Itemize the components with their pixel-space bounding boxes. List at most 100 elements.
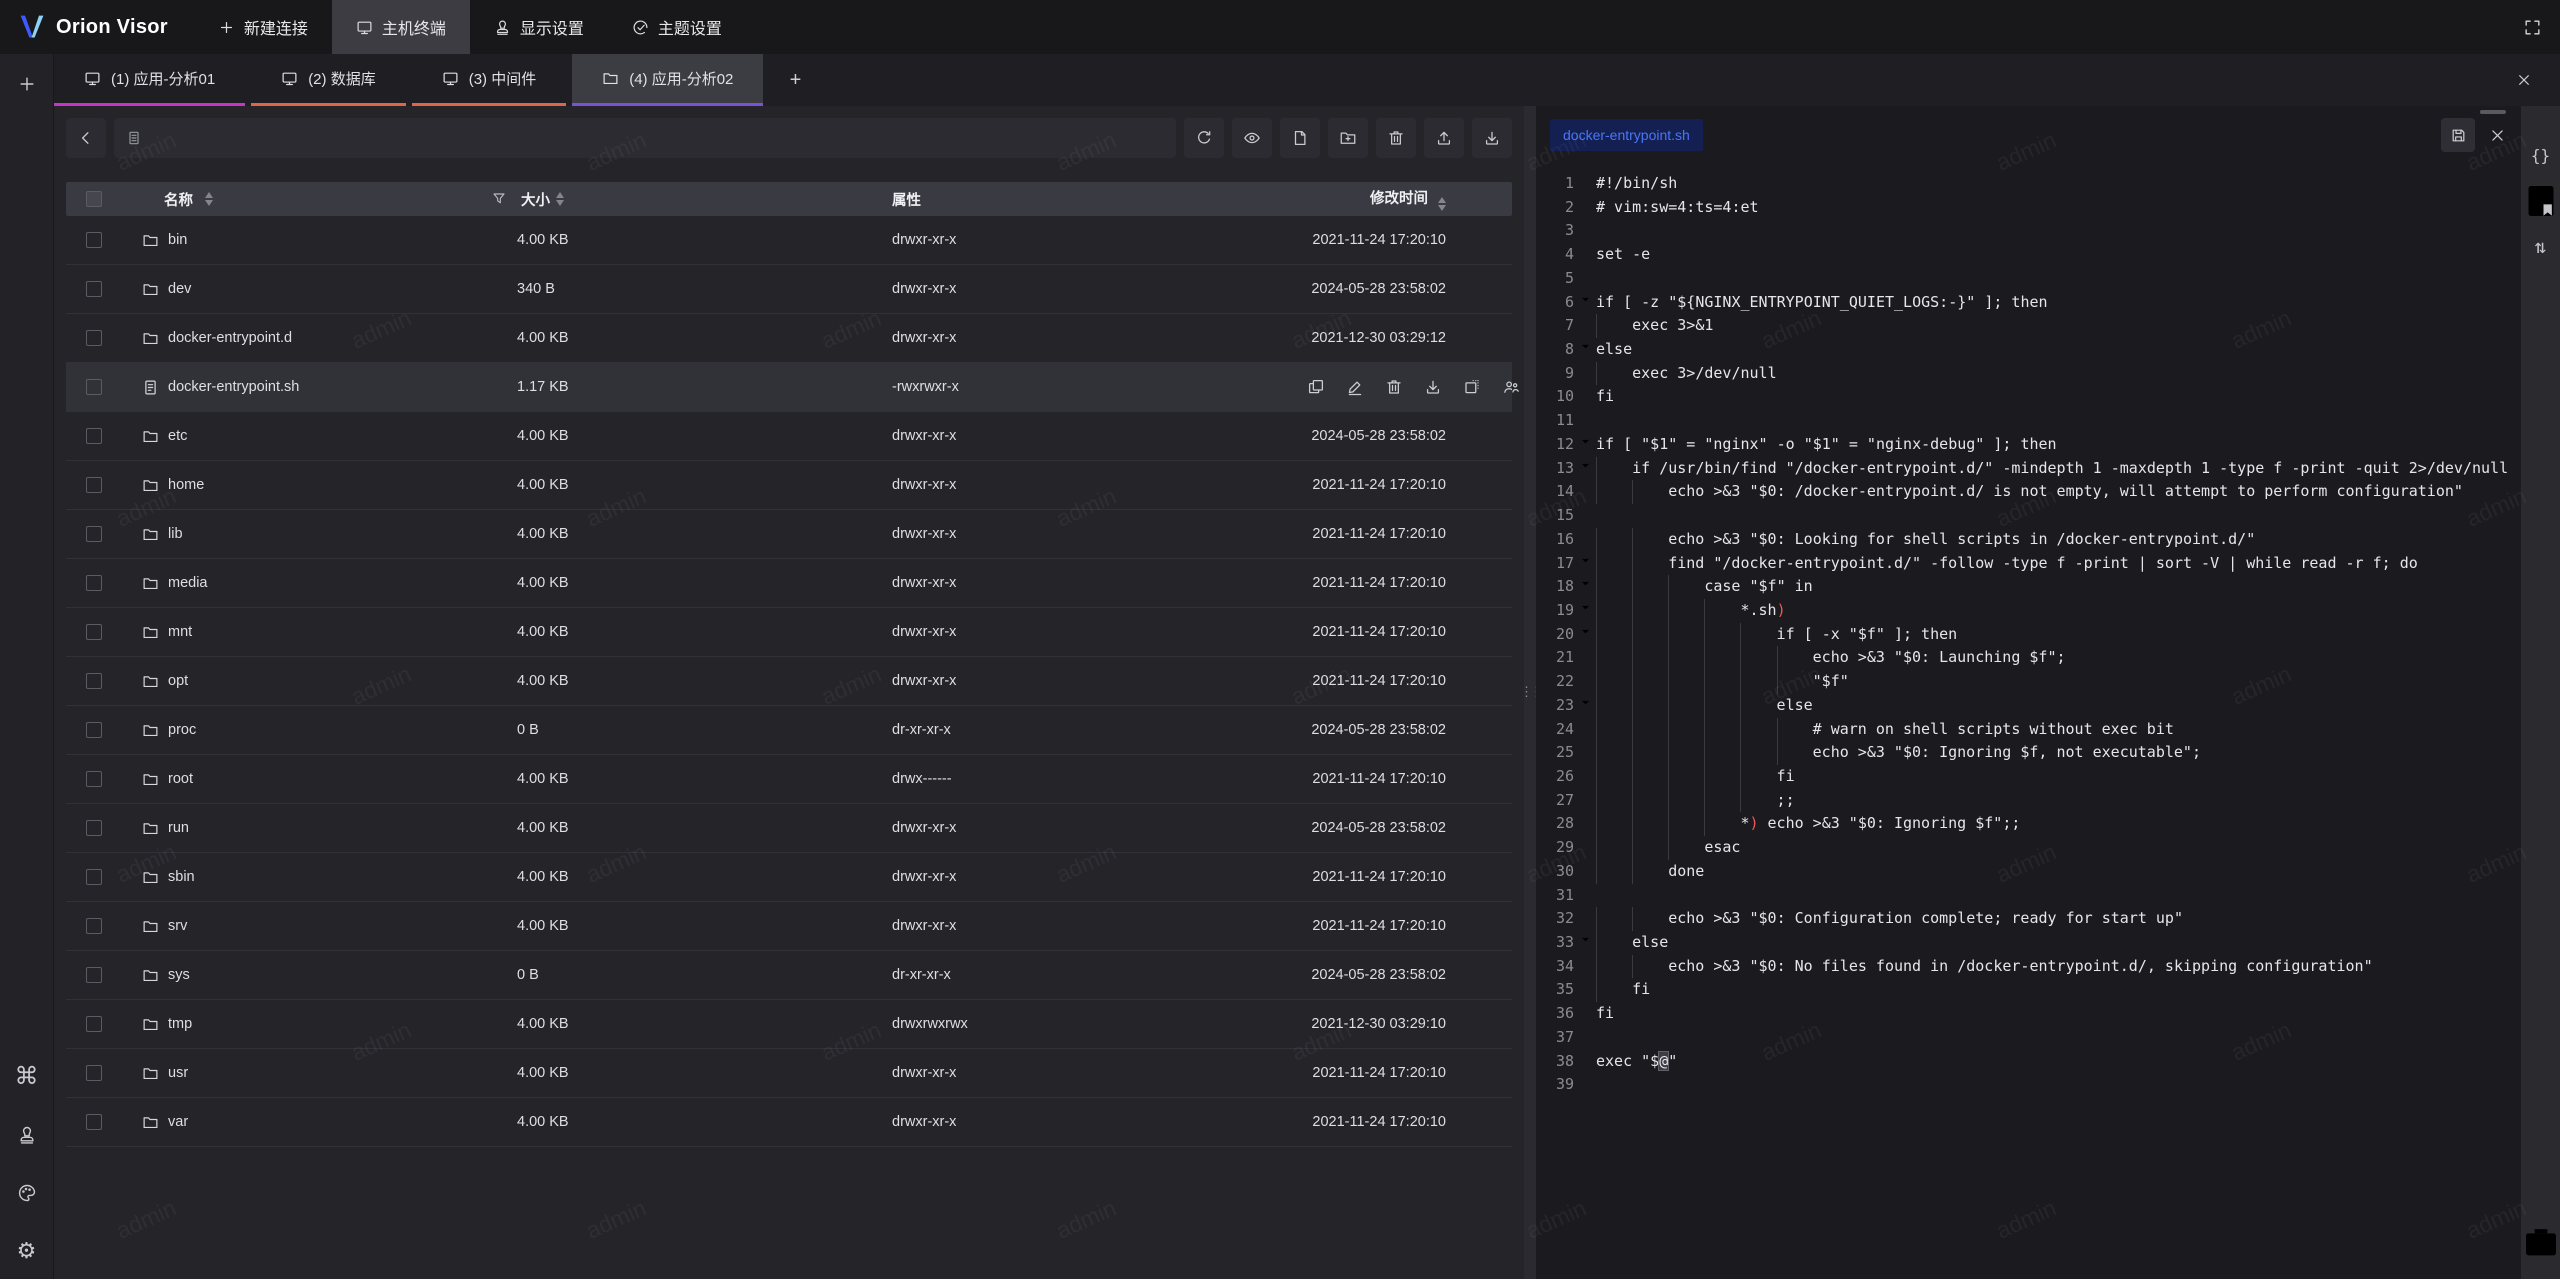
terminal-tab-4[interactable]: (4) 应用-分析02	[572, 54, 763, 106]
sort-mtime[interactable]	[1438, 197, 1446, 212]
swap-button[interactable]: ⇅	[2521, 224, 2560, 270]
row-checkbox[interactable]	[86, 526, 102, 542]
row-checkbox[interactable]	[86, 624, 102, 640]
add-tab-button[interactable]: +	[769, 54, 821, 106]
rail-new-button[interactable]	[0, 62, 54, 106]
panel-resize-handle[interactable]: ⋮⋮	[1524, 106, 1536, 1279]
row-checkbox[interactable]	[86, 281, 102, 297]
new-folder-button[interactable]	[1328, 118, 1368, 158]
file-row-tmp[interactable]: tmp4.00 KBdrwxrwxrwx2021-12-30 03:29:10	[66, 1000, 1512, 1049]
select-all-checkbox[interactable]	[86, 191, 102, 207]
file-row-proc[interactable]: proc0 Bdr-xr-xr-x2024-05-28 23:58:02	[66, 706, 1512, 755]
file-name[interactable]: media	[168, 575, 208, 591]
trash-action-icon[interactable]	[1385, 378, 1403, 396]
file-row-home[interactable]: home4.00 KBdrwxr-xr-x2021-11-24 17:20:10	[66, 461, 1512, 510]
terminal-tab-1[interactable]: (1) 应用-分析01	[54, 54, 245, 106]
file-row-run[interactable]: run4.00 KBdrwxr-xr-x2024-05-28 23:58:02	[66, 804, 1512, 853]
fold-chevron-down-icon[interactable]	[1574, 694, 1596, 718]
row-checkbox[interactable]	[86, 673, 102, 689]
file-name[interactable]: dev	[168, 281, 191, 297]
fold-chevron-down-icon[interactable]	[1574, 433, 1596, 457]
move-action-icon[interactable]	[1463, 378, 1481, 396]
camera-button[interactable]	[2521, 1219, 2560, 1265]
file-name[interactable]: mnt	[168, 624, 192, 640]
refresh-button[interactable]	[1184, 118, 1224, 158]
path-input-box[interactable]	[114, 118, 1176, 158]
editor-scrollbar[interactable]	[2480, 110, 2506, 114]
file-row-docker-entrypoint.d[interactable]: docker-entrypoint.d4.00 KBdrwxr-xr-x2021…	[66, 314, 1512, 363]
row-checkbox[interactable]	[86, 1065, 102, 1081]
row-checkbox[interactable]	[86, 232, 102, 248]
file-name[interactable]: etc	[168, 428, 187, 444]
terminal-tab-3[interactable]: (3) 中间件	[412, 54, 567, 106]
new-file-button[interactable]	[1280, 118, 1320, 158]
rail-system-settings-button[interactable]: ⚙	[0, 1229, 54, 1273]
file-name[interactable]: var	[168, 1114, 188, 1130]
fold-chevron-down-icon[interactable]	[1574, 338, 1596, 362]
filter-icon[interactable]	[491, 191, 507, 207]
eye-button[interactable]	[1232, 118, 1272, 158]
app-brand[interactable]: Orion Visor	[0, 0, 194, 54]
rail-theme-settings-button[interactable]	[0, 1171, 54, 1215]
row-checkbox[interactable]	[86, 722, 102, 738]
row-checkbox[interactable]	[86, 428, 102, 444]
row-checkbox[interactable]	[86, 1016, 102, 1032]
fullscreen-icon[interactable]	[2515, 10, 2550, 45]
fold-chevron-down-icon[interactable]	[1574, 457, 1596, 481]
file-row-etc[interactable]: etc4.00 KBdrwxr-xr-x2024-05-28 23:58:02	[66, 412, 1512, 461]
file-name[interactable]: opt	[168, 673, 188, 689]
nav-item-new-connection[interactable]: 新建连接	[194, 0, 332, 54]
fold-chevron-down-icon[interactable]	[1574, 931, 1596, 955]
file-name[interactable]: srv	[168, 918, 187, 934]
open-file-tag[interactable]: docker-entrypoint.sh	[1550, 119, 1703, 151]
file-row-root[interactable]: root4.00 KBdrwx------2021-11-24 17:20:10	[66, 755, 1512, 804]
code-editor[interactable]: 1#!/bin/sh2# vim:sw=4:ts=4:et34set -e56i…	[1536, 164, 2520, 1279]
fold-chevron-down-icon[interactable]	[1574, 623, 1596, 647]
file-row-sys[interactable]: sys0 Bdr-xr-xr-x2024-05-28 23:58:02	[66, 951, 1512, 1000]
row-checkbox[interactable]	[86, 1114, 102, 1130]
rail-display-settings-button[interactable]	[0, 1113, 54, 1157]
nav-item-theme-settings[interactable]: 主题设置	[608, 0, 746, 54]
terminal-tab-2[interactable]: (2) 数据库	[251, 54, 406, 106]
row-checkbox[interactable]	[86, 771, 102, 787]
editor-close-icon[interactable]	[2489, 127, 2506, 144]
nav-item-display-settings[interactable]: 显示设置	[470, 0, 608, 54]
close-panel-icon[interactable]	[2510, 66, 2538, 94]
file-row-docker-entrypoint.sh[interactable]: docker-entrypoint.sh1.17 KB-rwxrwxr-x	[66, 363, 1512, 412]
file-name[interactable]: root	[168, 771, 193, 787]
file-row-dev[interactable]: dev340 Bdrwxr-xr-x2024-05-28 23:58:02	[66, 265, 1512, 314]
file-row-mnt[interactable]: mnt4.00 KBdrwxr-xr-x2021-11-24 17:20:10	[66, 608, 1512, 657]
fold-chevron-down-icon[interactable]	[1574, 599, 1596, 623]
fold-chevron-down-icon[interactable]	[1574, 291, 1596, 315]
copy-action-icon[interactable]	[1307, 378, 1325, 396]
file-name[interactable]: lib	[168, 526, 183, 542]
file-name[interactable]: proc	[168, 722, 196, 738]
row-checkbox[interactable]	[86, 967, 102, 983]
back-button[interactable]	[66, 118, 106, 158]
rail-shortcut-keys-button[interactable]: ⌘	[0, 1055, 54, 1099]
braces-button[interactable]: {}	[2521, 132, 2560, 178]
row-checkbox[interactable]	[86, 379, 102, 395]
file-name[interactable]: docker-entrypoint.sh	[168, 379, 299, 395]
file-row-usr[interactable]: usr4.00 KBdrwxr-xr-x2021-11-24 17:20:10	[66, 1049, 1512, 1098]
file-row-media[interactable]: media4.00 KBdrwxr-xr-x2021-11-24 17:20:1…	[66, 559, 1512, 608]
row-checkbox[interactable]	[86, 918, 102, 934]
file-name[interactable]: run	[168, 820, 189, 836]
trash-button[interactable]	[1376, 118, 1416, 158]
file-row-var[interactable]: var4.00 KBdrwxr-xr-x2021-11-24 17:20:10	[66, 1098, 1512, 1147]
file-name[interactable]: home	[168, 477, 204, 493]
file-name[interactable]: usr	[168, 1065, 188, 1081]
path-input[interactable]	[150, 130, 1164, 146]
file-name[interactable]: sbin	[168, 869, 195, 885]
row-checkbox[interactable]	[86, 575, 102, 591]
row-checkbox[interactable]	[86, 330, 102, 346]
file-bookmark-button[interactable]	[2521, 178, 2560, 224]
file-name[interactable]: sys	[168, 967, 190, 983]
fold-chevron-down-icon[interactable]	[1574, 575, 1596, 599]
download-action-icon[interactable]	[1424, 378, 1442, 396]
file-row-srv[interactable]: srv4.00 KBdrwxr-xr-x2021-11-24 17:20:10	[66, 902, 1512, 951]
file-row-sbin[interactable]: sbin4.00 KBdrwxr-xr-x2021-11-24 17:20:10	[66, 853, 1512, 902]
save-button[interactable]	[2441, 118, 2475, 152]
row-checkbox[interactable]	[86, 820, 102, 836]
file-name[interactable]: docker-entrypoint.d	[168, 330, 292, 346]
